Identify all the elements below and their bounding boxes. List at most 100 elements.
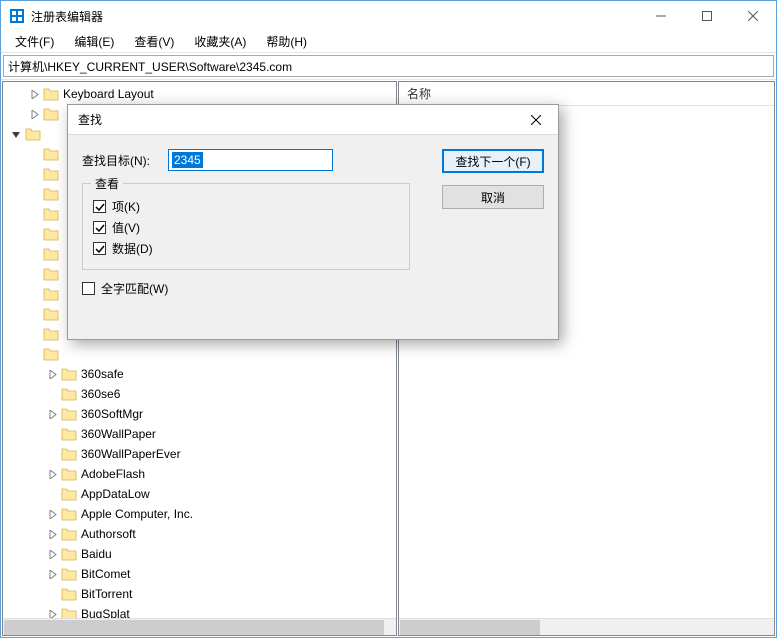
find-dialog-buttons: 查找下一个(F) 取消 [442, 149, 544, 209]
toggler-none [27, 227, 41, 241]
chevron-right-icon[interactable] [45, 507, 59, 521]
tree-item-label: 360safe [81, 367, 124, 381]
check-data-label: 数据(D) [112, 240, 153, 257]
folder-icon [61, 467, 77, 481]
folder-icon [25, 127, 41, 141]
list-header-name[interactable]: 名称 [399, 82, 774, 106]
tree-row[interactable]: Apple Computer, Inc. [3, 504, 396, 524]
folder-icon [61, 407, 77, 421]
find-dialog-titlebar: 查找 [68, 105, 558, 135]
chevron-right-icon[interactable] [27, 107, 41, 121]
tree-row[interactable]: AdobeFlash [3, 464, 396, 484]
tree-row[interactable]: 360WallPaper [3, 424, 396, 444]
toggler-none [27, 327, 41, 341]
toggler-none [27, 147, 41, 161]
toggler-none [27, 187, 41, 201]
folder-icon [43, 227, 59, 241]
chevron-right-icon[interactable] [45, 547, 59, 561]
folder-icon [61, 367, 77, 381]
tree-row[interactable]: BitComet [3, 564, 396, 584]
tree-row[interactable]: 360SoftMgr [3, 404, 396, 424]
folder-icon [43, 247, 59, 261]
menu-help[interactable]: 帮助(H) [258, 31, 315, 52]
tree-item-label: 360SoftMgr [81, 407, 143, 421]
check-keys[interactable] [93, 200, 106, 213]
check-data[interactable] [93, 242, 106, 255]
find-dialog-body: 查找目标(N): 2345 查看 项(K) [68, 135, 558, 339]
find-dialog-close-button[interactable] [514, 105, 558, 134]
tree-row[interactable]: 360se6 [3, 384, 396, 404]
check-whole-label: 全字匹配(W) [101, 280, 168, 297]
find-next-button[interactable]: 查找下一个(F) [442, 149, 544, 173]
chevron-right-icon[interactable] [45, 467, 59, 481]
tree-item-label: AdobeFlash [81, 467, 145, 481]
tree-row[interactable]: Baidu [3, 544, 396, 564]
tree-item-label: Authorsoft [81, 527, 136, 541]
toggler-none [45, 387, 59, 401]
find-input-selection: 2345 [172, 152, 203, 168]
folder-icon [61, 567, 77, 581]
folder-icon [43, 147, 59, 161]
minimize-button[interactable] [638, 1, 684, 31]
folder-icon [43, 87, 59, 101]
list-scrollbar-horizontal[interactable] [399, 618, 774, 635]
menu-favorites[interactable]: 收藏夹(A) [186, 31, 254, 52]
toggler-none [27, 307, 41, 321]
tree-item-label: BitComet [81, 567, 130, 581]
cancel-button[interactable]: 取消 [442, 185, 544, 209]
maximize-button[interactable] [684, 1, 730, 31]
find-dialog: 查找 查找目标(N): 2345 查看 [67, 104, 559, 340]
chevron-right-icon[interactable] [27, 87, 41, 101]
chevron-right-icon[interactable] [45, 567, 59, 581]
folder-icon [43, 267, 59, 281]
folder-icon [43, 307, 59, 321]
menu-view[interactable]: 查看(V) [126, 31, 182, 52]
tree-item-label: 360se6 [81, 387, 120, 401]
tree-row[interactable] [3, 344, 396, 364]
folder-icon [43, 167, 59, 181]
tree-row[interactable]: Keyboard Layout [3, 84, 396, 104]
look-at-group-title: 查看 [91, 175, 123, 192]
tree-item-label: Keyboard Layout [63, 87, 154, 101]
menu-file[interactable]: 文件(F) [7, 31, 62, 52]
folder-icon [43, 327, 59, 341]
chevron-right-icon[interactable] [45, 367, 59, 381]
chevron-right-icon[interactable] [45, 407, 59, 421]
folder-icon [61, 487, 77, 501]
toggler-none [45, 447, 59, 461]
tree-item-label: Baidu [81, 547, 112, 561]
tree-item-label: AppDataLow [81, 487, 150, 501]
find-target-row: 查找目标(N): 2345 [82, 149, 434, 171]
folder-icon [43, 207, 59, 221]
tree-item-label: Apple Computer, Inc. [81, 507, 193, 521]
tree-row[interactable]: BitTorrent [3, 584, 396, 604]
close-button[interactable] [730, 1, 776, 31]
folder-icon [61, 587, 77, 601]
address-bar[interactable]: 计算机\HKEY_CURRENT_USER\Software\2345.com [3, 55, 774, 77]
look-at-groupbox: 查看 项(K) 值(V) [82, 183, 410, 270]
toggler-none [27, 267, 41, 281]
folder-icon [61, 427, 77, 441]
tree-item-label: 360WallPaperEver [81, 447, 181, 461]
check-values[interactable] [93, 221, 106, 234]
check-keys-row: 项(K) [93, 198, 399, 215]
tree-row[interactable]: 360safe [3, 364, 396, 384]
toggler-none [45, 487, 59, 501]
chevron-right-icon[interactable] [45, 527, 59, 541]
folder-icon [61, 447, 77, 461]
check-data-row: 数据(D) [93, 240, 399, 257]
find-dialog-title: 查找 [78, 111, 102, 128]
chevron-down-icon[interactable] [9, 127, 23, 141]
tree-scrollbar-horizontal[interactable] [3, 618, 396, 635]
titlebar: 注册表编辑器 [1, 1, 776, 31]
folder-icon [43, 347, 59, 361]
tree-row[interactable]: AppDataLow [3, 484, 396, 504]
menu-edit[interactable]: 编辑(E) [66, 31, 122, 52]
check-whole-row: 全字匹配(W) [82, 280, 434, 297]
tree-row[interactable]: Authorsoft [3, 524, 396, 544]
check-whole[interactable] [82, 282, 95, 295]
tree-row[interactable]: 360WallPaperEver [3, 444, 396, 464]
folder-icon [61, 387, 77, 401]
check-keys-label: 项(K) [112, 198, 140, 215]
regedit-icon [9, 8, 25, 24]
